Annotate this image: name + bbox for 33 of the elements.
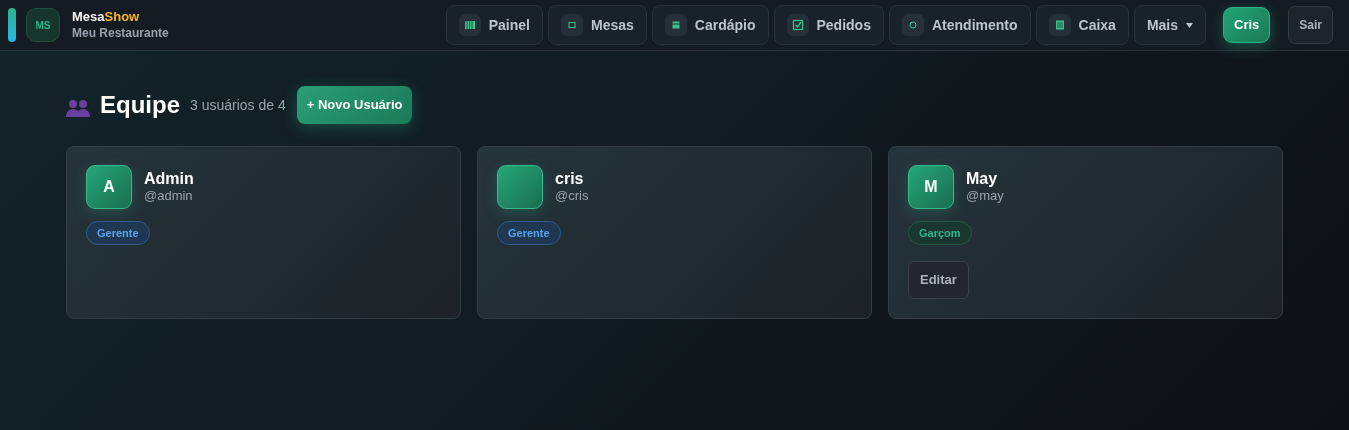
new-user-button[interactable]: + Novo Usuário bbox=[296, 86, 413, 124]
username: @cris bbox=[555, 188, 589, 204]
nav-tab[interactable]: Painel bbox=[445, 5, 543, 45]
username: @may bbox=[966, 188, 1004, 204]
page-title: Equipe bbox=[100, 90, 180, 120]
username: @admin bbox=[144, 188, 194, 204]
nav-tab[interactable]: Caixa bbox=[1035, 5, 1129, 45]
nav-tab[interactable]: Cardápio bbox=[651, 5, 769, 45]
edit-button[interactable]: Editar bbox=[908, 261, 969, 299]
brand-name: MesaShow bbox=[72, 9, 141, 25]
user-name: Admin bbox=[144, 170, 194, 188]
people-icon bbox=[66, 98, 90, 118]
avatar bbox=[497, 165, 543, 209]
avatar: A bbox=[86, 165, 132, 209]
user-button[interactable]: Cris bbox=[1223, 7, 1271, 43]
check-icon bbox=[790, 18, 805, 32]
nav-tab[interactable]: Mais bbox=[1133, 5, 1206, 45]
user-name: cris bbox=[555, 170, 585, 188]
accent-bar bbox=[8, 8, 16, 42]
logout-button[interactable]: Sair bbox=[1288, 6, 1333, 44]
caret-icon bbox=[1186, 22, 1193, 28]
nav-tab[interactable]: Atendimento bbox=[888, 5, 1031, 45]
brand-subtitle: Meu Restaurante bbox=[72, 25, 169, 41]
avatar: M bbox=[908, 165, 954, 209]
role-tag: Gerente bbox=[497, 221, 561, 245]
nav-tab[interactable]: Pedidos bbox=[773, 5, 884, 45]
nav-tab[interactable]: Mesas bbox=[548, 5, 647, 45]
user-name: May bbox=[966, 170, 999, 188]
role-tag: Gerente bbox=[86, 221, 150, 245]
user-count: 3 usuários de 4 bbox=[190, 95, 286, 115]
role-tag: Garçom bbox=[908, 221, 972, 245]
grid-icon bbox=[462, 18, 477, 32]
logo-badge: MS bbox=[26, 8, 60, 42]
